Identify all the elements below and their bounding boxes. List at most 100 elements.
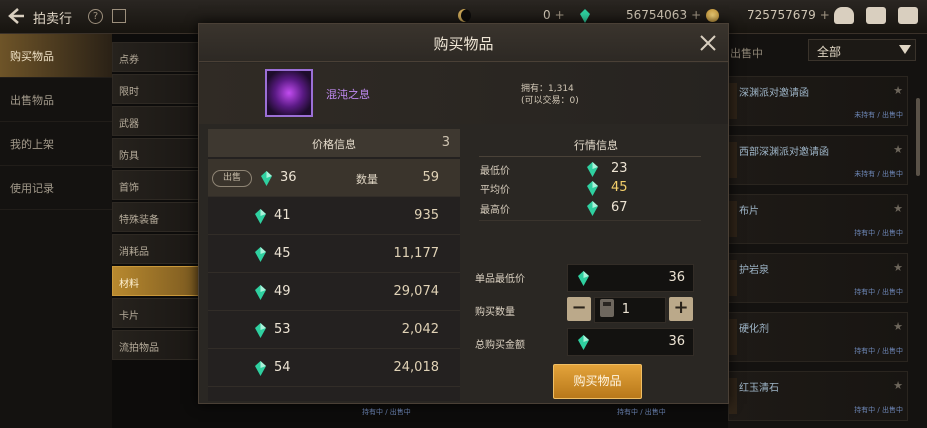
back-arrow-icon[interactable] bbox=[6, 6, 26, 26]
list-item-name: 深渊派对邀请函 bbox=[739, 88, 809, 99]
max-price-label: 最高价 bbox=[480, 205, 510, 216]
total-value: 36 bbox=[668, 334, 685, 349]
price-row[interactable]: 54 24,018 bbox=[208, 349, 460, 387]
list-item[interactable]: 红玉清石 ★ 持有中 / 出售中 bbox=[728, 371, 908, 421]
book-icon[interactable] bbox=[112, 9, 126, 23]
item-thumbnail bbox=[729, 142, 737, 178]
price-row[interactable]: 53 2,042 bbox=[208, 311, 460, 349]
list-item-status: 持有中 / 出售中 bbox=[854, 347, 903, 355]
price-row[interactable]: 41 935 bbox=[208, 197, 460, 235]
list-item-name: 布片 bbox=[739, 206, 759, 217]
filter-value: 全部 bbox=[817, 45, 842, 59]
category-item[interactable]: 特殊装备 bbox=[112, 202, 200, 232]
price-row[interactable]: 出售 36 数量 59 bbox=[208, 159, 460, 197]
list-item[interactable]: 护岩泉 ★ 持有中 / 出售中 bbox=[728, 253, 908, 303]
row-price: 41 bbox=[274, 208, 291, 223]
list-item[interactable]: 布片 ★ 持有中 / 出售中 bbox=[728, 194, 908, 244]
sell-tag: 出售 bbox=[212, 170, 252, 187]
nav-item-buy[interactable]: 购买物品 bbox=[0, 34, 112, 78]
item-summary: 混沌之息 拥有：1,314 (可以交易：0) bbox=[199, 63, 728, 124]
list-item-status: 持有中 / 出售中 bbox=[362, 408, 411, 416]
category-item[interactable]: 卡片 bbox=[112, 298, 200, 328]
gem-icon bbox=[261, 171, 272, 186]
star-icon[interactable]: ★ bbox=[893, 202, 903, 215]
category-item[interactable]: 武器 bbox=[112, 106, 200, 136]
star-icon[interactable]: ★ bbox=[893, 84, 903, 97]
category-item[interactable]: 限时 bbox=[112, 74, 200, 104]
list-item[interactable]: 西部深渊派对邀请函 ★ 未持有 / 出售中 bbox=[728, 135, 908, 185]
price-row[interactable]: 49 29,074 bbox=[208, 273, 460, 311]
category-item[interactable]: 首饰 bbox=[112, 170, 200, 200]
quantity-label: 购买数量 bbox=[475, 307, 515, 318]
dialog-title: 购买物品 bbox=[433, 35, 494, 53]
total-label: 总购买金额 bbox=[475, 340, 525, 351]
row-quantity: 59 bbox=[422, 170, 439, 185]
help-icon[interactable]: ? bbox=[88, 9, 103, 24]
list-item[interactable]: 硬化剂 ★ 持有中 / 出售中 bbox=[728, 312, 908, 362]
min-price-value: 23 bbox=[611, 161, 628, 176]
category-item[interactable]: 防具 bbox=[112, 138, 200, 168]
star-icon[interactable]: ★ bbox=[893, 320, 903, 333]
quantity-value: 1 bbox=[621, 302, 630, 317]
quantity-plus-button[interactable]: + bbox=[669, 297, 693, 321]
currency-1-add-button[interactable]: + bbox=[555, 8, 565, 22]
divider bbox=[479, 220, 701, 221]
currency-1: 0 + bbox=[543, 8, 565, 22]
max-price-value: 67 bbox=[611, 200, 628, 215]
background-list-strip: 持有中 / 出售中 持有中 / 出售中 bbox=[236, 402, 728, 428]
category-item[interactable]: 点券 bbox=[112, 42, 200, 72]
gem-icon bbox=[255, 209, 266, 224]
row-quantity: 11,177 bbox=[393, 246, 440, 261]
category-item[interactable]: 流拍物品 bbox=[112, 330, 200, 360]
calculator-icon[interactable] bbox=[600, 299, 614, 317]
star-icon[interactable]: ★ bbox=[893, 143, 903, 156]
gem-icon bbox=[578, 271, 589, 286]
mail-icon[interactable] bbox=[866, 7, 886, 24]
dialog-header: 购买物品 bbox=[199, 24, 728, 62]
list-item-name: 护岩泉 bbox=[739, 265, 769, 276]
item-name: 混沌之息 bbox=[326, 88, 370, 101]
currency-3: 725757679 + bbox=[747, 8, 830, 22]
close-icon[interactable] bbox=[698, 33, 718, 53]
row-quantity: 24,018 bbox=[393, 360, 440, 375]
item-thumbnail bbox=[729, 83, 737, 119]
category-item-materials[interactable]: 材料 bbox=[112, 266, 200, 296]
gem-icon bbox=[255, 285, 266, 300]
gold-coin-icon bbox=[706, 9, 719, 22]
avg-price-value: 45 bbox=[611, 180, 628, 195]
list-item-name: 硬化剂 bbox=[739, 324, 769, 335]
total-field: 36 bbox=[567, 328, 694, 356]
buy-button[interactable]: 购买物品 bbox=[553, 364, 642, 399]
price-row[interactable]: 45 11,177 bbox=[208, 235, 460, 273]
currency-2-add-button[interactable]: + bbox=[691, 8, 701, 22]
chat-icon[interactable] bbox=[898, 7, 918, 24]
page-title: 拍卖行 bbox=[33, 12, 73, 27]
nav-item-history[interactable]: 使用记录 bbox=[0, 166, 112, 210]
filter-dropdown[interactable]: 全部 bbox=[808, 39, 916, 61]
row-quantity: 29,074 bbox=[393, 284, 440, 299]
price-info-panel: 价格信息 3 出售 36 数量 59 41 935 45 11,177 49 2… bbox=[208, 129, 460, 401]
quantity-minus-button[interactable]: − bbox=[567, 297, 591, 321]
row-price: 36 bbox=[280, 170, 297, 185]
star-icon[interactable]: ★ bbox=[893, 379, 903, 392]
nav-item-my-listings[interactable]: 我的上架 bbox=[0, 122, 112, 166]
item-thumbnail bbox=[729, 319, 737, 355]
star-icon[interactable]: ★ bbox=[893, 261, 903, 274]
list-item-status: 持有中 / 出售中 bbox=[617, 408, 666, 416]
list-item-status: 持有中 / 出售中 bbox=[854, 406, 903, 414]
price-info-header: 价格信息 3 bbox=[208, 129, 460, 157]
scrollbar[interactable] bbox=[916, 98, 920, 176]
chevron-down-icon bbox=[899, 45, 911, 54]
row-quantity: 2,042 bbox=[401, 322, 439, 337]
category-item[interactable]: 消耗品 bbox=[112, 234, 200, 264]
gem-icon bbox=[255, 247, 266, 262]
currency-3-add-button[interactable]: + bbox=[820, 8, 830, 22]
list-item[interactable]: 深渊派对邀请函 ★ 未持有 / 出售中 bbox=[728, 76, 908, 126]
unit-price-field: 36 bbox=[567, 264, 694, 292]
list-item-status: 未持有 / 出售中 bbox=[854, 111, 903, 119]
bowl-icon[interactable] bbox=[834, 7, 854, 24]
market-info-title: 行情信息 bbox=[574, 139, 618, 152]
item-thumbnail bbox=[729, 260, 737, 296]
nav-item-sell[interactable]: 出售物品 bbox=[0, 78, 112, 122]
item-thumbnail bbox=[729, 378, 737, 414]
